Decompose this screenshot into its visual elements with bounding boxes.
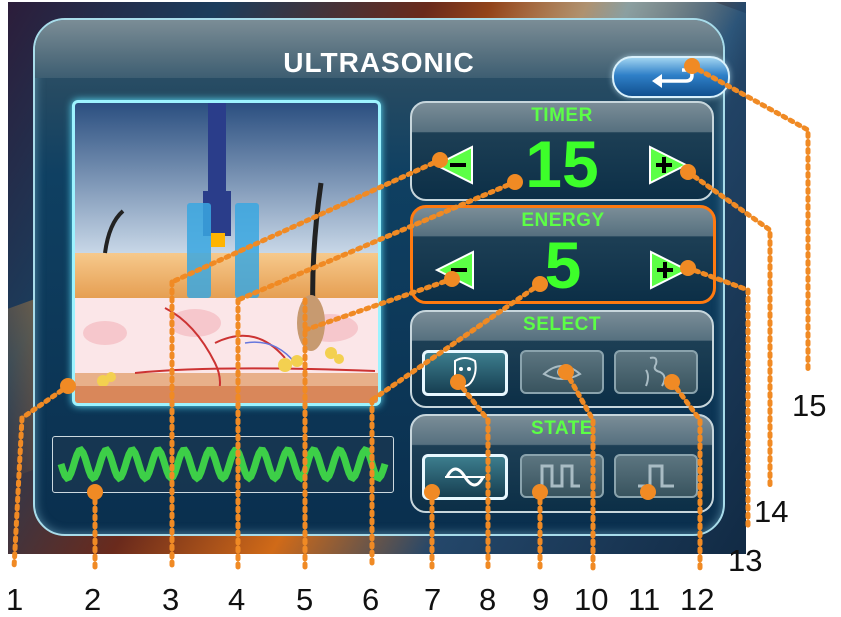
select-label: SELECT	[523, 314, 601, 335]
callout-8: 8	[479, 582, 497, 617]
select-panel: SELECT	[410, 310, 714, 408]
state-sine-button[interactable]	[422, 454, 508, 500]
pulse-train-icon	[540, 464, 580, 488]
sine-waveform	[57, 445, 389, 483]
callout-4: 4	[228, 582, 246, 617]
select-eye-button[interactable]	[520, 350, 604, 394]
callout-12: 12	[680, 582, 715, 617]
timer-label: TIMER	[531, 105, 593, 126]
body-icon	[645, 356, 666, 387]
state-single-pulse-button[interactable]	[614, 454, 698, 498]
single-pulse-icon	[638, 464, 674, 488]
callout-7: 7	[424, 582, 442, 617]
callout-15: 15	[792, 388, 827, 423]
plus-arrow-icon	[649, 145, 689, 185]
callout-2: 2	[84, 582, 102, 617]
callout-3: 3	[162, 582, 180, 617]
select-face-button[interactable]	[422, 350, 508, 396]
state-panel: STATE	[410, 414, 714, 513]
eye-icon	[542, 365, 582, 380]
skin-illustration	[72, 100, 381, 406]
state-pulse-train-button[interactable]	[520, 454, 604, 498]
callout-13: 13	[728, 543, 763, 578]
timer-panel: TIMER 15	[410, 101, 714, 201]
callout-9: 9	[532, 582, 550, 617]
plus-arrow-icon	[650, 250, 690, 290]
return-arrow-icon	[652, 68, 694, 88]
sine-wave-icon	[445, 467, 485, 487]
callout-6: 6	[362, 582, 380, 617]
callout-5: 5	[296, 582, 314, 617]
select-body-button[interactable]	[614, 350, 698, 394]
waveform-display	[52, 436, 394, 493]
energy-increase-button[interactable]	[647, 250, 691, 290]
callout-11: 11	[628, 582, 661, 617]
face-icon	[454, 357, 477, 388]
state-label: STATE	[531, 418, 593, 439]
timer-increase-button[interactable]	[646, 145, 690, 185]
callout-14: 14	[754, 494, 789, 529]
energy-panel: ENERGY 5	[410, 205, 716, 304]
callout-1: 1	[6, 582, 24, 617]
back-button[interactable]	[612, 56, 730, 98]
callout-10: 10	[574, 582, 609, 617]
